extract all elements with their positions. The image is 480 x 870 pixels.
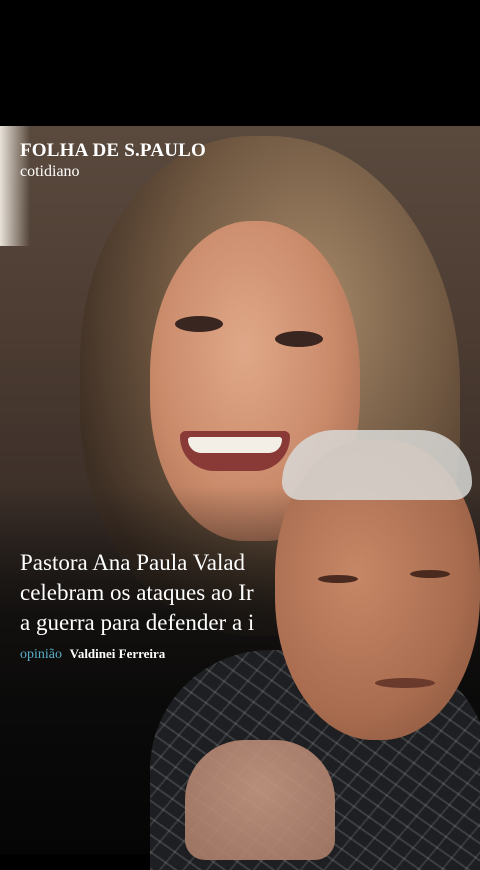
brand-name: FOLHA DE S.PAULO — [20, 140, 207, 161]
section-label: cotidiano — [20, 163, 80, 180]
woman-smile — [180, 431, 290, 471]
publication-brand: FOLHA DE S.PAULO cotidiano — [20, 140, 206, 181]
byline: opinião Valdinei Ferreira — [20, 646, 165, 663]
kicker-label: opinião — [20, 647, 62, 662]
man-hand — [185, 740, 335, 860]
man-hair — [282, 430, 472, 500]
top-black-bar — [0, 0, 480, 126]
